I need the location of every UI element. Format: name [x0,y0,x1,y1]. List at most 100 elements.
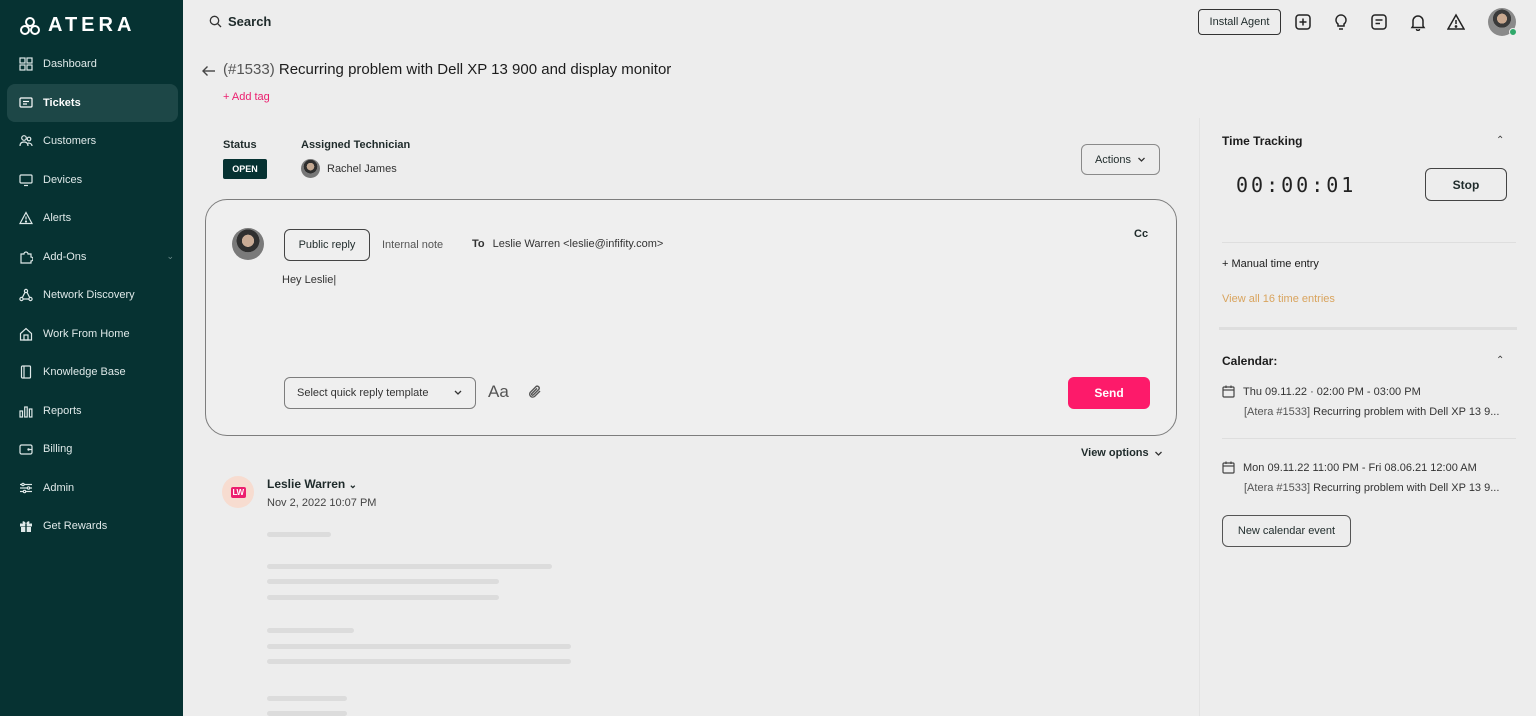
customer-avatar: LW [222,476,254,508]
event-time: Thu 09.11.22 · 02:00 PM - 03:00 PM [1243,385,1421,398]
actions-button[interactable]: Actions [1081,144,1160,175]
calendar-event[interactable]: Thu 09.11.22 · 02:00 PM - 03:00 PM [Ater… [1222,385,1499,418]
view-options-button[interactable]: View options [1081,447,1163,459]
loading-placeholder-line [267,711,347,716]
plus-square-icon[interactable] [1293,12,1313,32]
event-tag: [Atera #1533] [1244,482,1311,494]
stop-timer-button[interactable]: Stop [1425,168,1507,201]
user-avatar[interactable] [1488,8,1517,36]
sidebar-item-tickets[interactable]: Tickets [7,83,178,122]
new-calendar-event-button[interactable]: New calendar event [1222,515,1351,547]
chevron-down-icon[interactable]: ⌄ [166,251,174,262]
warning-icon [19,211,33,225]
add-tag-link[interactable]: + Add tag [223,91,270,103]
cc-button[interactable]: Cc [1134,228,1148,240]
time-tracking-title: Time Tracking [1222,134,1303,148]
search-label: Search [228,14,272,29]
sidebar-item-dashboard[interactable]: Dashboard [7,45,178,84]
sidebar-item-customers[interactable]: Customers [7,122,178,161]
internal-note-tab[interactable]: Internal note [382,239,443,251]
gift-icon [19,519,33,533]
install-agent-button[interactable]: Install Agent [1198,9,1281,35]
sidebar-item-label: Network Discovery [43,289,135,302]
to-label: To [472,238,485,250]
event-subject: Recurring problem with Dell XP 13 9... [1313,482,1500,494]
chevron-down-icon [454,390,462,395]
view-options-label: View options [1081,447,1149,459]
loading-placeholder-line [267,595,499,600]
sidebar-item-label: Devices [43,173,83,186]
calendar-event[interactable]: Mon 09.11.22 11:00 PM - Fri 08.06.21 12:… [1222,461,1499,494]
atera-logo-icon [20,16,40,35]
notes-icon[interactable] [1369,12,1389,32]
sidebar-item-label: Admin [43,481,75,494]
sidebar-item-admin[interactable]: Admin [7,469,178,508]
sidebar: ATERA Dashboard Tickets Customers Device… [0,0,183,716]
status-label: Status [223,139,257,151]
warning-icon[interactable] [1446,12,1466,32]
brand-name: ATERA [48,14,136,36]
chevron-up-icon[interactable]: ⌃ [1496,355,1504,366]
text-format-icon[interactable]: Aa [488,382,509,402]
ticket-title: Recurring problem with Dell XP 13 900 an… [278,61,672,78]
sidebar-item-work-from-home[interactable]: Work From Home [7,315,178,354]
sidebar-item-label: Customers [43,135,97,148]
sidebar-item-add-ons[interactable]: Add-Ons ⌄ [7,238,178,277]
search-icon [209,15,222,28]
sidebar-item-alerts[interactable]: Alerts [7,199,178,238]
view-all-time-entries-link[interactable]: View all 16 time entries [1222,293,1335,305]
event-subject: Recurring problem with Dell XP 13 9... [1313,406,1500,418]
right-panel-divider [1199,118,1200,716]
manual-time-entry-link[interactable]: + Manual time entry [1222,258,1319,270]
message-author[interactable]: Leslie Warren ⌄ [267,477,357,491]
bar-chart-icon [19,404,33,418]
customers-icon [19,134,33,148]
sidebar-item-label: Add-Ons [43,250,87,263]
event-tag: [Atera #1533] [1244,406,1311,418]
calendar-title: Calendar: [1222,354,1278,368]
search-box[interactable]: Search [209,14,271,29]
grid-icon [19,57,33,71]
reply-body-input[interactable]: Hey Leslie| [282,274,336,286]
assigned-technician-label: Assigned Technician [301,139,411,151]
page-title: (#1533) Recurring problem with Dell XP 1… [223,61,671,78]
chevron-down-icon: ⌄ [348,480,357,491]
sidebar-item-reports[interactable]: Reports [7,392,178,431]
ticket-number: (#1533) [223,61,275,78]
event-time: Mon 09.11.22 11:00 PM - Fri 08.06.21 12:… [1243,461,1477,474]
paperclip-icon[interactable] [526,383,544,404]
loading-placeholder-line [267,579,499,584]
puzzle-icon [19,250,33,264]
monitor-icon [19,173,33,187]
assigned-technician[interactable]: Rachel James [301,159,397,178]
sidebar-item-network-discovery[interactable]: Network Discovery [7,276,178,315]
recipient-line[interactable]: To Leslie Warren <leslie@infifity.com> [472,238,663,250]
actions-label: Actions [1094,153,1132,166]
loading-placeholder-line [267,532,331,537]
bell-icon[interactable] [1408,12,1428,32]
agent-avatar [232,228,264,260]
sidebar-item-label: Alerts [43,212,72,225]
section-divider [1219,327,1517,330]
sidebar-item-billing[interactable]: Billing [7,430,178,469]
author-name: Leslie Warren [267,477,346,491]
status-badge[interactable]: OPEN [223,159,267,179]
sidebar-item-label: Get Rewards [43,520,108,533]
sidebar-nav: Dashboard Tickets Customers Devices Aler… [7,45,178,546]
sidebar-item-label: Work From Home [43,327,130,340]
ticket-icon [19,96,33,110]
sidebar-item-devices[interactable]: Devices [7,161,178,200]
chevron-up-icon[interactable]: ⌃ [1496,135,1504,146]
sidebar-item-knowledge-base[interactable]: Knowledge Base [7,353,178,392]
public-reply-tab[interactable]: Public reply [284,229,370,261]
online-status-dot [1509,28,1517,36]
customer-initials: LW [230,486,246,498]
divider [1222,438,1516,439]
send-button[interactable]: Send [1068,377,1150,409]
back-arrow-icon[interactable] [201,63,217,82]
loading-placeholder-line [267,628,354,633]
atera-logo[interactable]: ATERA [20,14,135,37]
sidebar-item-get-rewards[interactable]: Get Rewards [7,507,178,546]
quick-reply-template-select[interactable]: Select quick reply template [284,377,476,409]
lightbulb-icon[interactable] [1331,12,1351,32]
